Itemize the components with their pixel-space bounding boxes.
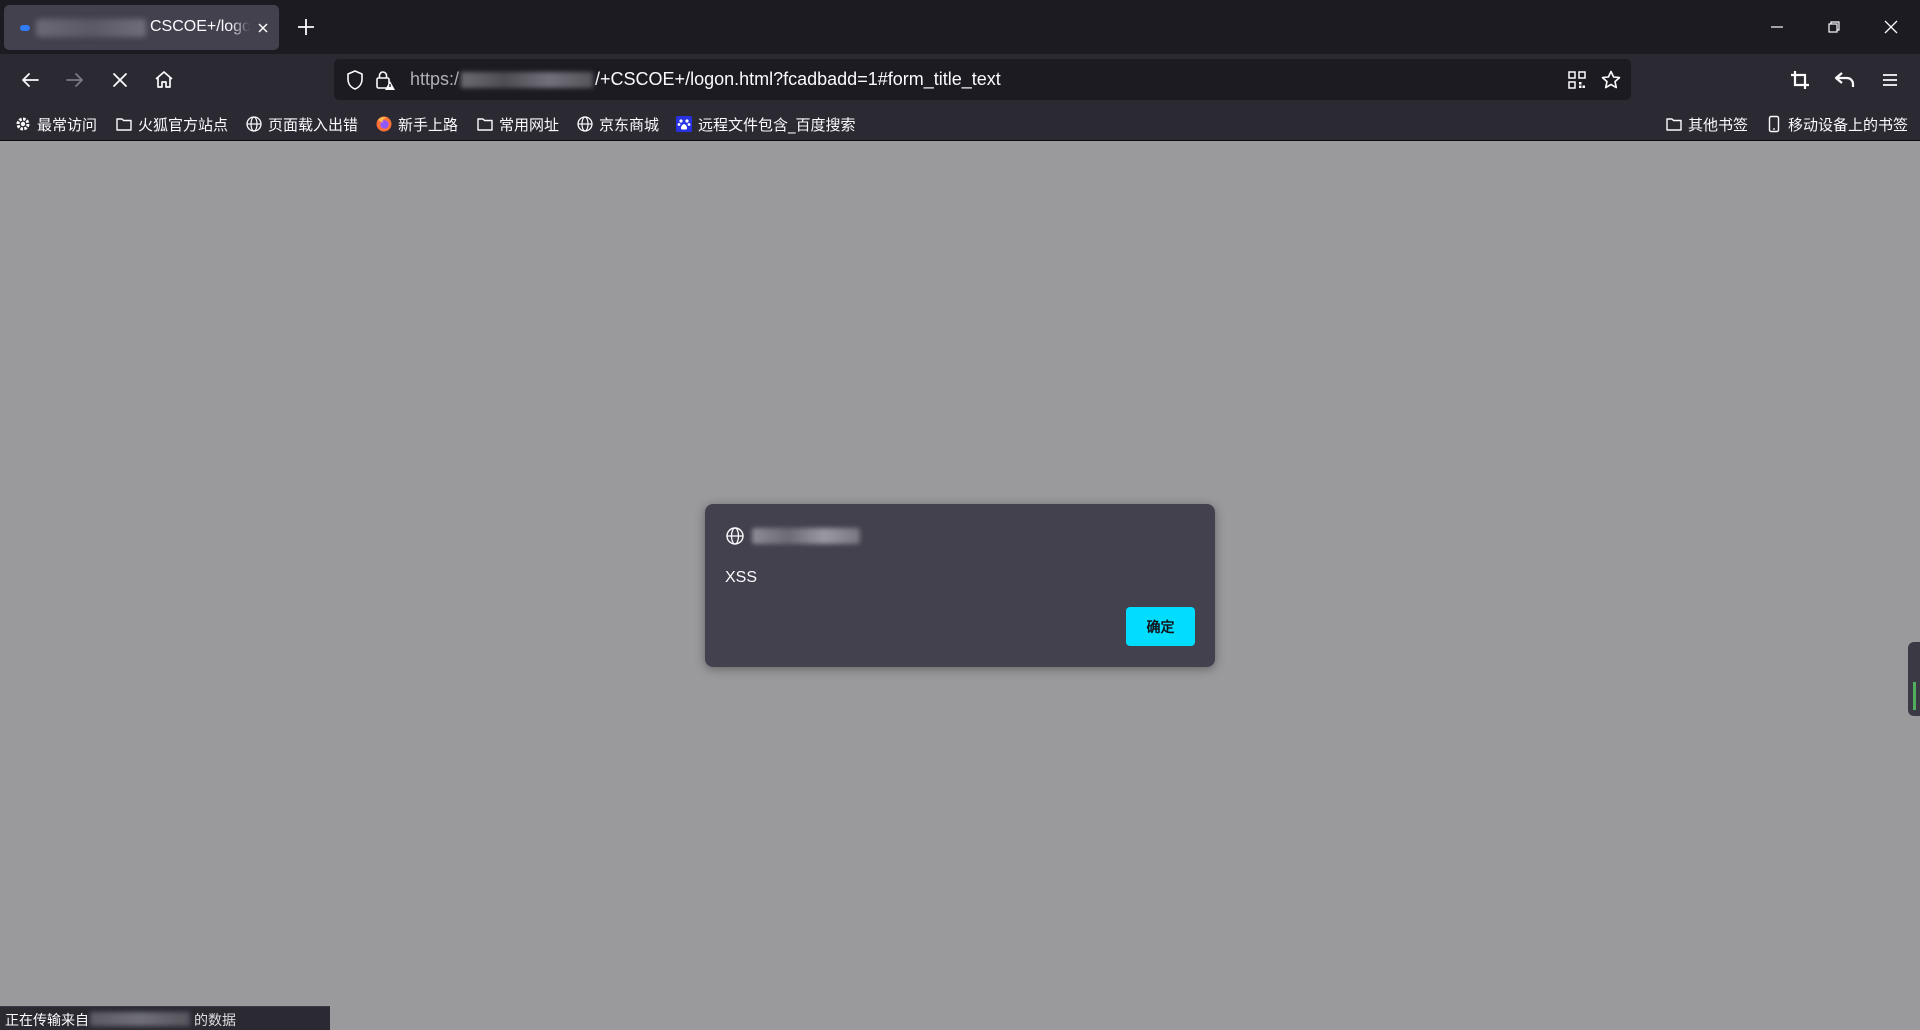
tab-active[interactable]: CSCOE+/logon.html — [4, 5, 279, 50]
bookmark-other-bookmarks[interactable]: 其他书签 — [1665, 112, 1748, 136]
tab-close-icon[interactable] — [254, 19, 272, 37]
bookmark-page-load-error[interactable]: 页面载入出错 — [245, 112, 358, 136]
menu-hamburger-icon[interactable] — [1876, 66, 1904, 94]
firefox-icon — [376, 116, 392, 132]
new-tab-plus-icon[interactable] — [294, 15, 318, 39]
close-window-icon[interactable] — [1878, 14, 1904, 40]
navigation-toolbar: https:/ /+CSCOE+/logon.html?fcadbadd=1#fo… — [0, 54, 1920, 106]
edge-side-widget[interactable] — [1908, 642, 1920, 716]
baidu-icon — [676, 116, 692, 132]
globe-icon — [577, 116, 593, 132]
address-bar[interactable]: https:/ /+CSCOE+/logon.html?fcadbadd=1#fo… — [334, 59, 1631, 100]
status-tail-text: 的数据 — [194, 1013, 236, 1029]
url-text[interactable]: https:/ /+CSCOE+/logon.html?fcadbadd=1#fo… — [410, 69, 1001, 91]
browser-chrome: CSCOE+/logon.html — [0, 0, 1920, 141]
url-scheme: https:/ — [410, 69, 460, 89]
restore-icon[interactable] — [1821, 14, 1847, 40]
alert-dialog: XSS 确定 — [705, 504, 1215, 667]
status-bar: 正在传输来自 的数据 — [0, 1006, 330, 1030]
gear-icon — [16, 117, 30, 131]
site-favicon-icon — [20, 25, 30, 31]
undo-icon[interactable] — [1831, 66, 1859, 94]
tab-title-redacted — [36, 19, 146, 37]
dialog-message: XSS — [725, 569, 758, 586]
bookmark-common-sites[interactable]: 常用网址 — [476, 112, 559, 136]
tab-strip: CSCOE+/logon.html — [0, 0, 1920, 54]
bookmark-mobile-bookmarks[interactable]: 移动设备上的书签 — [1765, 112, 1908, 136]
dialog-origin-redacted — [752, 528, 860, 544]
url-path: /+CSCOE+/logon.html?fcadbadd=1#form_titl… — [595, 69, 1001, 89]
home-icon[interactable] — [150, 66, 178, 94]
qr-code-icon[interactable] — [1566, 69, 1588, 91]
tab-title: CSCOE+/logon.html — [150, 18, 250, 35]
shield-icon[interactable] — [344, 69, 366, 91]
bookmark-most-visited[interactable]: 最常访问 — [14, 112, 97, 136]
stop-loading-icon[interactable] — [106, 66, 134, 94]
status-text: 正在传输来自 — [5, 1013, 89, 1029]
mobile-icon — [1768, 115, 1780, 133]
bookmarks-toolbar: 最常访问 火狐官方站点 页面载入出错 新手上路 常用网址 京东商城 远程文件包含… — [0, 106, 1920, 141]
minimize-icon[interactable] — [1764, 14, 1790, 40]
bookmark-baidu-search[interactable]: 远程文件包含_百度搜索 — [675, 112, 856, 136]
folder-icon — [477, 118, 493, 131]
folder-icon — [116, 118, 132, 131]
ok-button[interactable]: 确定 — [1126, 607, 1195, 646]
lock-warning-icon[interactable] — [374, 69, 396, 91]
status-host-redacted — [90, 1012, 190, 1026]
bookmark-firefox-official[interactable]: 火狐官方站点 — [115, 112, 228, 136]
forward-arrow-icon[interactable] — [61, 66, 89, 94]
bookmark-getting-started[interactable]: 新手上路 — [375, 112, 458, 136]
back-arrow-icon[interactable] — [16, 66, 44, 94]
screenshot-crop-icon[interactable] — [1786, 66, 1814, 94]
level-meter — [1913, 682, 1916, 710]
bookmark-jd-mall[interactable]: 京东商城 — [576, 112, 659, 136]
star-bookmark-icon[interactable] — [1600, 69, 1622, 91]
folder-icon — [1666, 118, 1682, 131]
url-host-redacted — [461, 72, 594, 89]
globe-icon — [726, 527, 744, 545]
globe-icon — [246, 116, 262, 132]
